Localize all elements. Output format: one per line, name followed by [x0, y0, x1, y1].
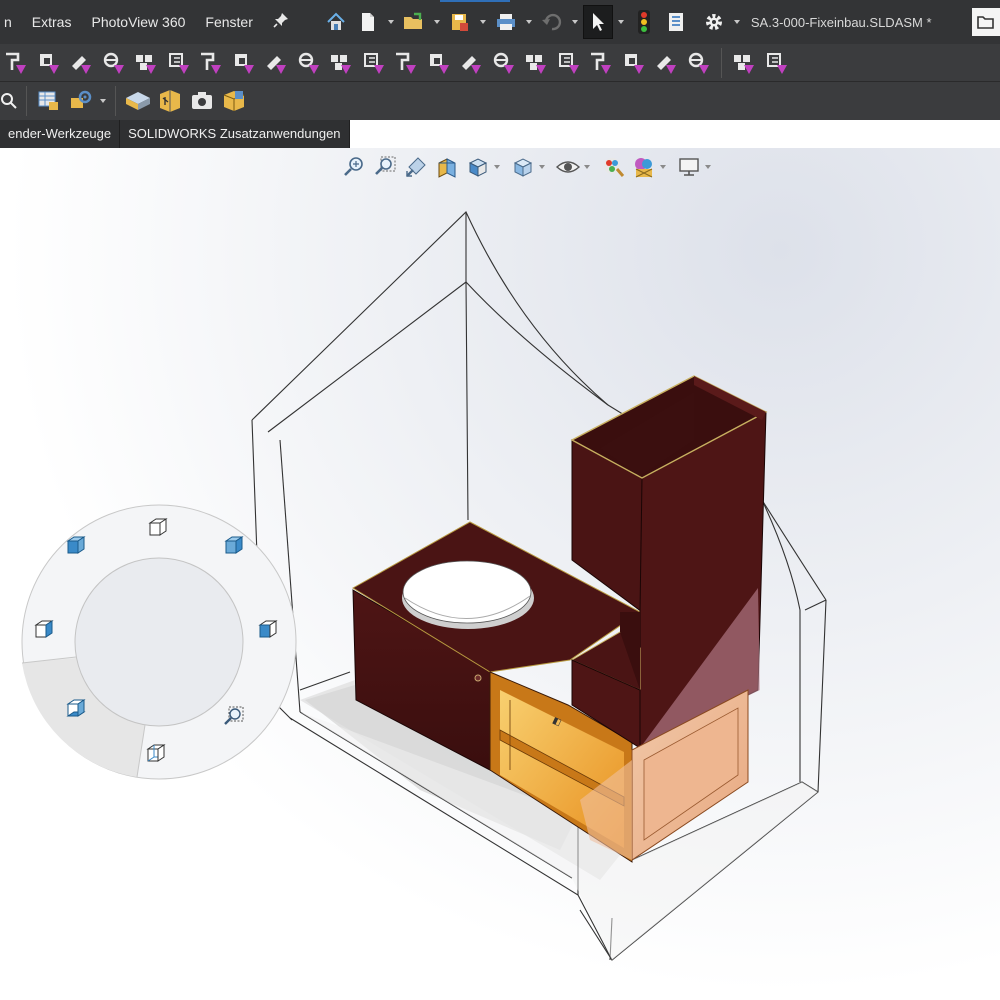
- command-manager-row-2: [0, 82, 1000, 120]
- 3d-content-central-icon[interactable]: [218, 85, 250, 117]
- assembly-visualization-icon[interactable]: [618, 47, 651, 79]
- toolbar-separator: [115, 86, 116, 116]
- options-gear-icon[interactable]: [699, 5, 729, 39]
- section-properties-icon[interactable]: [553, 47, 586, 79]
- command-manager-tabs: ender-Werkzeuge SOLIDWORKS Zusatzanwendu…: [0, 120, 350, 148]
- assembly-xpert-icon[interactable]: [65, 85, 97, 117]
- performance-evaluation-icon[interactable]: [650, 47, 683, 79]
- command-manager-row-1: [0, 44, 1000, 82]
- menu-item-photoview[interactable]: PhotoView 360: [81, 0, 195, 44]
- tab-solidworks-addins[interactable]: SOLIDWORKS Zusatzanwendungen: [120, 120, 350, 148]
- cabinet-knob: [474, 674, 482, 682]
- quick-access-toolbar: [321, 5, 743, 39]
- speedpak-icon[interactable]: [154, 85, 186, 117]
- save-icon[interactable]: [445, 5, 475, 39]
- title-bar: n Extras PhotoView 360 Fenster SA.3-000-…: [0, 0, 1000, 44]
- assembly-feature-icon[interactable]: [195, 47, 228, 79]
- probe-icon[interactable]: [0, 85, 20, 117]
- file-properties-icon[interactable]: [661, 5, 691, 39]
- wheel-view-isometric-icon[interactable]: [66, 536, 86, 554]
- linear-pattern-icon[interactable]: [130, 47, 163, 79]
- menu-item-extras[interactable]: Extras: [22, 0, 82, 44]
- new-motion-study-icon[interactable]: [260, 47, 293, 79]
- save-dropdown-arrow[interactable]: [477, 5, 489, 39]
- sensor-icon[interactable]: [585, 47, 618, 79]
- hole-alignment-icon[interactable]: [455, 47, 488, 79]
- reference-geometry-icon[interactable]: [228, 47, 261, 79]
- open-icon[interactable]: [399, 5, 429, 39]
- mass-properties-icon[interactable]: [520, 47, 553, 79]
- new-dropdown-arrow[interactable]: [385, 5, 397, 39]
- smart-mates-icon[interactable]: [163, 47, 196, 79]
- menu-item-fenster[interactable]: Fenster: [195, 0, 262, 44]
- tab-render-tools[interactable]: ender-Werkzeuge: [0, 120, 121, 148]
- undo-dropdown-arrow[interactable]: [569, 5, 581, 39]
- exploded-view-icon[interactable]: [325, 47, 358, 79]
- view-selector-wheel[interactable]: [20, 503, 298, 781]
- menu-item-partial[interactable]: n: [0, 0, 22, 44]
- open-dropdown-arrow[interactable]: [431, 5, 443, 39]
- graphics-area[interactable]: ◧: [0, 148, 1000, 1000]
- document-title: SA.3-000-Fixeinbau.SLDASM *: [750, 14, 932, 30]
- move-component-icon[interactable]: [0, 47, 33, 79]
- bill-of-materials-icon[interactable]: [293, 47, 326, 79]
- window-accent-strip: [440, 0, 510, 2]
- curvature-icon[interactable]: [728, 47, 761, 79]
- insert-component-icon[interactable]: [65, 47, 98, 79]
- undo-icon[interactable]: [537, 5, 567, 39]
- wheel-view-left-icon[interactable]: [34, 620, 54, 638]
- interference-detection-icon[interactable]: [390, 47, 423, 79]
- pin-icon[interactable]: [263, 12, 299, 32]
- folder-open-icon[interactable]: [972, 8, 1000, 36]
- wheel-view-bottom-icon[interactable]: [66, 699, 86, 717]
- rebuild-traffic-light-icon[interactable]: [629, 5, 659, 39]
- wheel-view-right-icon[interactable]: [224, 536, 244, 554]
- bill-of-materials-icon[interactable]: [33, 85, 65, 117]
- instant3d-icon[interactable]: [683, 47, 716, 79]
- select-icon[interactable]: [582, 5, 613, 39]
- wheel-view-back-icon[interactable]: [146, 744, 166, 762]
- toolbar-separator: [721, 47, 722, 78]
- home-icon[interactable]: [321, 5, 351, 39]
- assembly-xpert-dropdown-arrow[interactable]: [97, 84, 109, 118]
- wheel-inner-hole: [74, 557, 244, 727]
- new-document-icon[interactable]: [353, 5, 383, 39]
- menu-bar: n Extras PhotoView 360 Fenster: [0, 0, 299, 44]
- smart-fasteners-icon[interactable]: [33, 47, 66, 79]
- explode-line-sketch-icon[interactable]: [358, 47, 391, 79]
- toilet-seat: [402, 560, 532, 624]
- wheel-view-top-icon[interactable]: [148, 518, 168, 536]
- large-assembly-mode-icon[interactable]: [122, 85, 154, 117]
- print-dropdown-arrow[interactable]: [523, 5, 535, 39]
- options-dropdown-arrow[interactable]: [731, 5, 743, 39]
- toolbar-separator: [26, 86, 27, 116]
- print-icon[interactable]: [491, 5, 521, 39]
- wheel-view-front-icon[interactable]: [258, 620, 278, 638]
- draft-analysis-icon[interactable]: [761, 47, 794, 79]
- take-snapshot-icon[interactable]: [186, 85, 218, 117]
- clearance-verification-icon[interactable]: [423, 47, 456, 79]
- mate-icon[interactable]: [98, 47, 131, 79]
- select-dropdown-arrow[interactable]: [615, 5, 627, 39]
- measure-icon[interactable]: [488, 47, 521, 79]
